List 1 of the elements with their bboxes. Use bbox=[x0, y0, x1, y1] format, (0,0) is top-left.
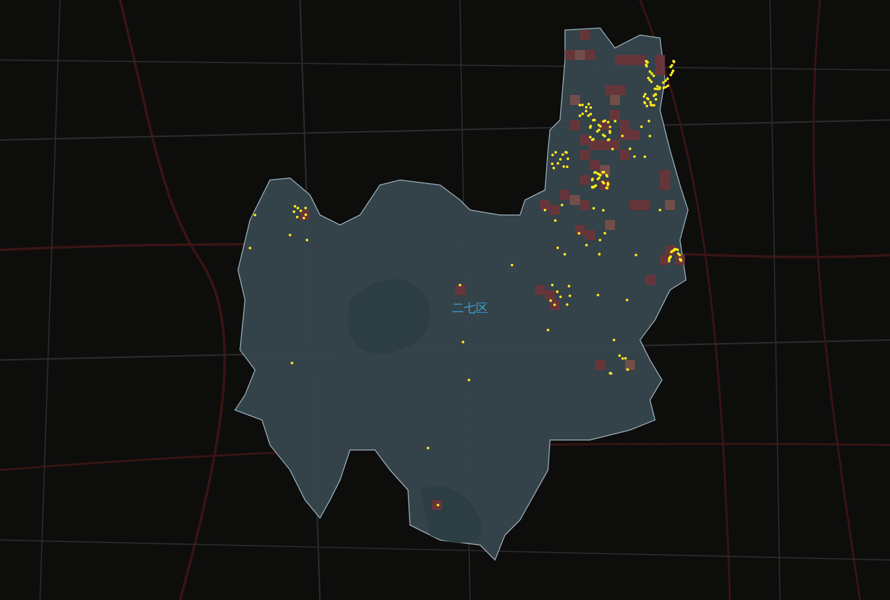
district-label: 二七区 bbox=[452, 302, 488, 314]
